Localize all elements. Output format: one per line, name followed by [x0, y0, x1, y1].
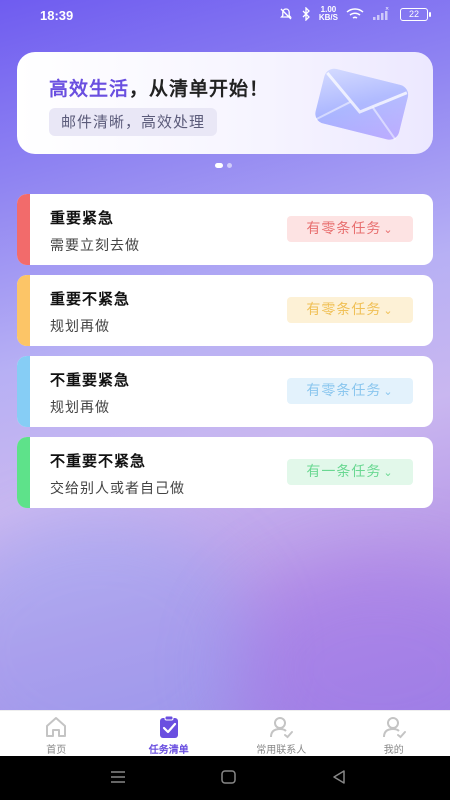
- tab-label: 常用联系人: [256, 745, 307, 756]
- card-accent-bar: [17, 194, 30, 265]
- task-count-dropdown[interactable]: 有一条任务 ⌄: [287, 459, 413, 485]
- app-screen: 18:39 1.00 KB/S × 22 高效生活，从清单开始！ 邮件清晰，高效…: [0, 0, 450, 710]
- banner-subtitle: 邮件清晰，高效处理: [49, 108, 218, 136]
- bluetooth-icon: [302, 7, 310, 21]
- task-count-dropdown[interactable]: 有零条任务 ⌄: [287, 378, 413, 404]
- task-count-label: 有零条任务: [306, 383, 382, 399]
- envelope-icon: [315, 68, 409, 140]
- home-icon: [46, 717, 67, 737]
- tab-task-list[interactable]: 任务清单: [113, 711, 226, 756]
- home-button-icon[interactable]: [221, 770, 236, 784]
- tab-label: 我的: [383, 745, 404, 756]
- task-count-dropdown[interactable]: 有零条任务 ⌄: [287, 297, 413, 323]
- card-title: 重要不紧急: [50, 290, 131, 308]
- tab-label: 首页: [46, 745, 67, 756]
- menu-icon[interactable]: [110, 770, 126, 784]
- task-card-important-not-urgent[interactable]: 重要不紧急 规划再做 有零条任务 ⌄: [17, 275, 433, 346]
- card-accent-bar: [17, 356, 30, 427]
- pagination-dot-active[interactable]: [215, 163, 223, 168]
- task-count-label: 有一条任务: [306, 464, 382, 480]
- task-count-dropdown[interactable]: 有零条任务 ⌄: [287, 216, 413, 242]
- status-icons: 1.00 KB/S × 22: [279, 5, 431, 22]
- mute-icon: [279, 8, 292, 20]
- pagination-dot[interactable]: [227, 163, 232, 168]
- tab-contacts[interactable]: 常用联系人: [225, 711, 338, 756]
- task-card-urgent-important[interactable]: 重要紧急 需要立刻去做 有零条任务 ⌄: [17, 194, 433, 265]
- battery-indicator: 22: [400, 7, 431, 21]
- clipboard-check-icon: [159, 715, 178, 738]
- back-icon[interactable]: [332, 770, 346, 784]
- card-accent-bar: [17, 437, 30, 508]
- wifi-icon: [346, 8, 364, 19]
- tab-home[interactable]: 首页: [0, 711, 113, 756]
- chevron-down-icon: ⌄: [383, 304, 394, 317]
- chevron-down-icon: ⌄: [383, 223, 394, 236]
- tab-label: 任务清单: [148, 745, 189, 756]
- svg-text:×: ×: [385, 7, 389, 12]
- chevron-down-icon: ⌄: [383, 385, 394, 398]
- card-title: 不重要不紧急: [50, 452, 147, 470]
- status-time: 18:39: [40, 8, 74, 23]
- banner-pagination: [215, 163, 232, 168]
- card-description: 需要立刻去做: [50, 238, 140, 254]
- promo-banner[interactable]: 高效生活，从清单开始！ 邮件清晰，高效处理: [17, 52, 433, 154]
- card-description: 交给别人或者自己做: [50, 481, 185, 497]
- background-glow: [230, 560, 450, 710]
- card-description: 规划再做: [50, 400, 110, 416]
- task-count-label: 有零条任务: [306, 302, 382, 318]
- card-description: 规划再做: [50, 319, 110, 335]
- task-count-label: 有零条任务: [306, 221, 382, 237]
- banner-title: 高效生活，从清单开始！: [49, 74, 269, 101]
- status-bar: 18:39 1.00 KB/S × 22: [0, 0, 450, 32]
- background-glow: [0, 520, 260, 710]
- card-title: 不重要紧急: [50, 371, 131, 389]
- task-card-urgent-not-important[interactable]: 不重要紧急 规划再做 有零条任务 ⌄: [17, 356, 433, 427]
- signal-icon: ×: [373, 7, 389, 20]
- system-nav-bar: [0, 756, 450, 800]
- banner-title-rest: ，从清单开始！: [129, 78, 270, 100]
- banner-title-highlight: 高效生活: [49, 78, 130, 100]
- task-card-not-urgent-not-important[interactable]: 不重要不紧急 交给别人或者自己做 有一条任务 ⌄: [17, 437, 433, 508]
- chevron-down-icon: ⌄: [383, 466, 394, 479]
- card-accent-bar: [17, 275, 30, 346]
- contact-icon: [270, 717, 294, 739]
- card-title: 重要紧急: [50, 209, 115, 227]
- tab-profile[interactable]: 我的: [338, 711, 450, 756]
- bottom-tab-bar: 首页 任务清单 常用联系人 我的: [0, 710, 450, 756]
- net-speed: 1.00 KB/S: [318, 5, 338, 22]
- profile-icon: [382, 717, 406, 739]
